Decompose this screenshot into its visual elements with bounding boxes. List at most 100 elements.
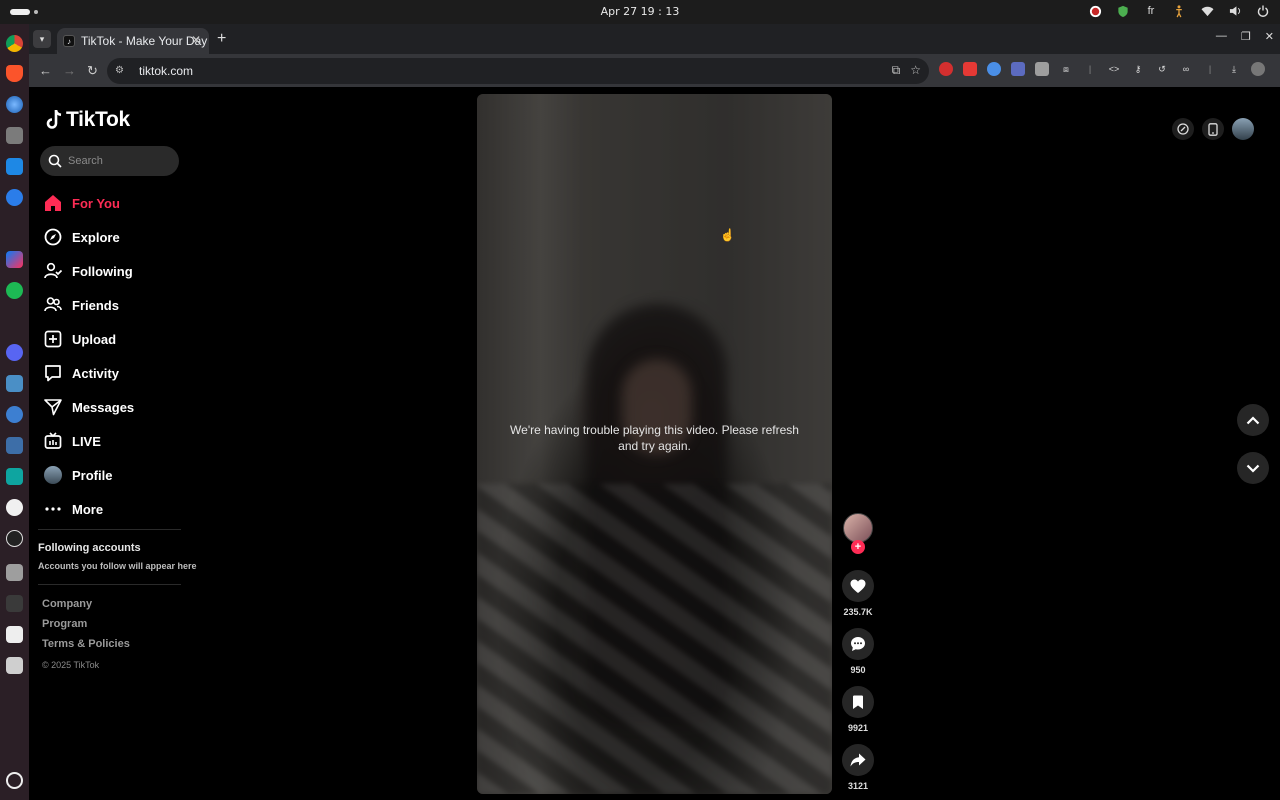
browser-menu-icon[interactable]: ⋮ <box>1275 62 1280 76</box>
files-dock-icon[interactable] <box>6 127 23 144</box>
extension-icon-5[interactable] <box>1035 62 1049 76</box>
powershell-dock-icon[interactable] <box>6 468 23 485</box>
address-bar[interactable]: ⚙ tiktok.com ⧉ ☆ <box>107 58 929 84</box>
sidebar-item-following[interactable]: Following <box>43 254 193 288</box>
text-editor-dock-icon[interactable] <box>6 657 23 674</box>
ubuntu-apps-icon[interactable] <box>6 772 23 789</box>
bookmark-star-icon[interactable]: ☆ <box>910 63 921 78</box>
sidebar-item-label: Following <box>72 263 133 279</box>
omnibox-actions: ⧉ ☆ <box>892 63 921 78</box>
follow-plus-button[interactable]: + <box>851 540 865 554</box>
like-button[interactable] <box>842 570 874 602</box>
share-count: 3121 <box>847 781 869 791</box>
app-center-dock-icon[interactable] <box>6 189 23 206</box>
profile-avatar[interactable] <box>1232 118 1254 140</box>
coin-button[interactable] <box>1172 118 1194 140</box>
footer-link-terms[interactable]: Terms & Policies <box>42 638 130 658</box>
shield-tray-icon[interactable] <box>1116 4 1130 18</box>
jetbrains-dock-icon[interactable] <box>6 251 23 268</box>
close-window-icon[interactable]: ✕ <box>1265 30 1274 43</box>
sidebar-item-label: Upload <box>72 331 117 347</box>
search-input[interactable] <box>68 155 168 167</box>
footer-link-company[interactable]: Company <box>42 598 130 618</box>
download-icon[interactable]: ⤓ <box>1227 62 1241 76</box>
share-button[interactable] <box>842 744 874 776</box>
sidebar-item-live[interactable]: LIVE <box>43 424 193 458</box>
sidebar-item-activity[interactable]: Activity <box>43 356 193 390</box>
sidebar-item-explore[interactable]: Explore <box>43 220 193 254</box>
key-icon[interactable]: ⚷ <box>1131 62 1145 76</box>
sidebar-item-label: Activity <box>72 365 119 381</box>
settings-dock-icon[interactable] <box>6 564 23 581</box>
comment-button[interactable] <box>842 628 874 660</box>
install-app-icon[interactable]: ⧉ <box>892 63 901 78</box>
sidebar-item-label: More <box>72 501 104 517</box>
qbittorrent-dock-icon[interactable] <box>6 406 23 423</box>
creator-avatar[interactable] <box>843 513 873 543</box>
system-tray: fr <box>1088 4 1270 18</box>
sidebar-item-upload[interactable]: Upload <box>43 322 193 356</box>
history-icon[interactable]: ↺ <box>1155 62 1169 76</box>
volume-icon[interactable] <box>1228 4 1242 18</box>
home-icon <box>43 193 63 213</box>
sidebar-item-label: Profile <box>72 467 113 483</box>
sidebar-item-friends[interactable]: Friends <box>43 288 193 322</box>
vscode-dock-icon[interactable] <box>6 158 23 175</box>
profile-avatar[interactable] <box>1251 62 1265 76</box>
previous-video-button[interactable] <box>1237 404 1269 436</box>
obs-dock-icon[interactable] <box>6 530 23 547</box>
extension-icon-1[interactable] <box>939 62 953 76</box>
code-icon[interactable]: <> <box>1107 62 1121 76</box>
separator: | <box>1208 64 1212 74</box>
wifi-icon[interactable] <box>1200 4 1214 18</box>
extension-icon-4[interactable] <box>1011 62 1025 76</box>
terminal-dock-icon[interactable] <box>6 595 23 612</box>
close-tab-icon[interactable]: ✕ <box>191 33 201 47</box>
brave-dock-icon[interactable] <box>6 65 23 82</box>
sidebar-item-profile[interactable]: Profile <box>43 458 193 492</box>
language-indicator[interactable]: fr <box>1144 4 1158 18</box>
browser-tab[interactable]: ♪ TikTok - Make Your Day ✕ <box>57 28 209 54</box>
footer-link-program[interactable]: Program <box>42 618 130 638</box>
spotify-dock-icon[interactable] <box>6 282 23 299</box>
remote-desktop-dock-icon[interactable] <box>6 375 23 392</box>
minimize-icon[interactable]: — <box>1216 30 1227 43</box>
sidebar-item-messages[interactable]: Messages <box>43 390 193 424</box>
app-dock-icon[interactable] <box>6 437 23 454</box>
forward-icon[interactable]: → <box>63 63 76 78</box>
get-app-button[interactable] <box>1202 118 1224 140</box>
link-icon[interactable]: ∞ <box>1179 62 1193 76</box>
application-dock <box>0 24 29 800</box>
droplet-dock-icon[interactable] <box>6 499 23 516</box>
power-icon[interactable] <box>1256 4 1270 18</box>
back-icon[interactable]: ← <box>39 63 52 78</box>
chrome-dock-icon[interactable] <box>6 35 23 52</box>
site-info-icon[interactable]: ⚙ <box>115 65 129 77</box>
new-tab-button[interactable]: + <box>217 30 226 48</box>
discord-dock-icon[interactable] <box>6 344 23 361</box>
tab-search-button[interactable]: ▾ <box>33 30 51 48</box>
extensions-puzzle-icon[interactable]: ⧈ <box>1059 62 1073 76</box>
tiktok-favicon: ♪ <box>63 35 75 47</box>
reload-icon[interactable]: ↻ <box>87 63 98 79</box>
live-icon <box>43 431 63 451</box>
thunderbird-dock-icon[interactable] <box>6 96 23 113</box>
maximize-icon[interactable]: ❐ <box>1241 30 1251 43</box>
coin-icon <box>1177 123 1189 135</box>
extension-icon-3[interactable] <box>987 62 1001 76</box>
obs-tray-icon[interactable] <box>1088 4 1102 18</box>
video-player[interactable]: We're having trouble playing this video.… <box>477 94 832 794</box>
tiktok-logo[interactable]: TikTok <box>45 108 130 132</box>
sidebar-item-more[interactable]: More <box>43 492 193 526</box>
like-action: 235.7K <box>842 570 874 617</box>
comment-icon <box>851 637 865 651</box>
hoppscotch-dock-icon[interactable] <box>6 626 23 643</box>
following-accounts-heading: Following accounts <box>38 542 141 554</box>
search-bar[interactable] <box>40 146 179 176</box>
sidebar-item-for-you[interactable]: For You <box>43 186 193 220</box>
accessibility-icon[interactable] <box>1172 4 1186 18</box>
activity-icon <box>43 363 63 383</box>
extension-icon-2[interactable] <box>963 62 977 76</box>
next-video-button[interactable] <box>1237 452 1269 484</box>
save-button[interactable] <box>842 686 874 718</box>
